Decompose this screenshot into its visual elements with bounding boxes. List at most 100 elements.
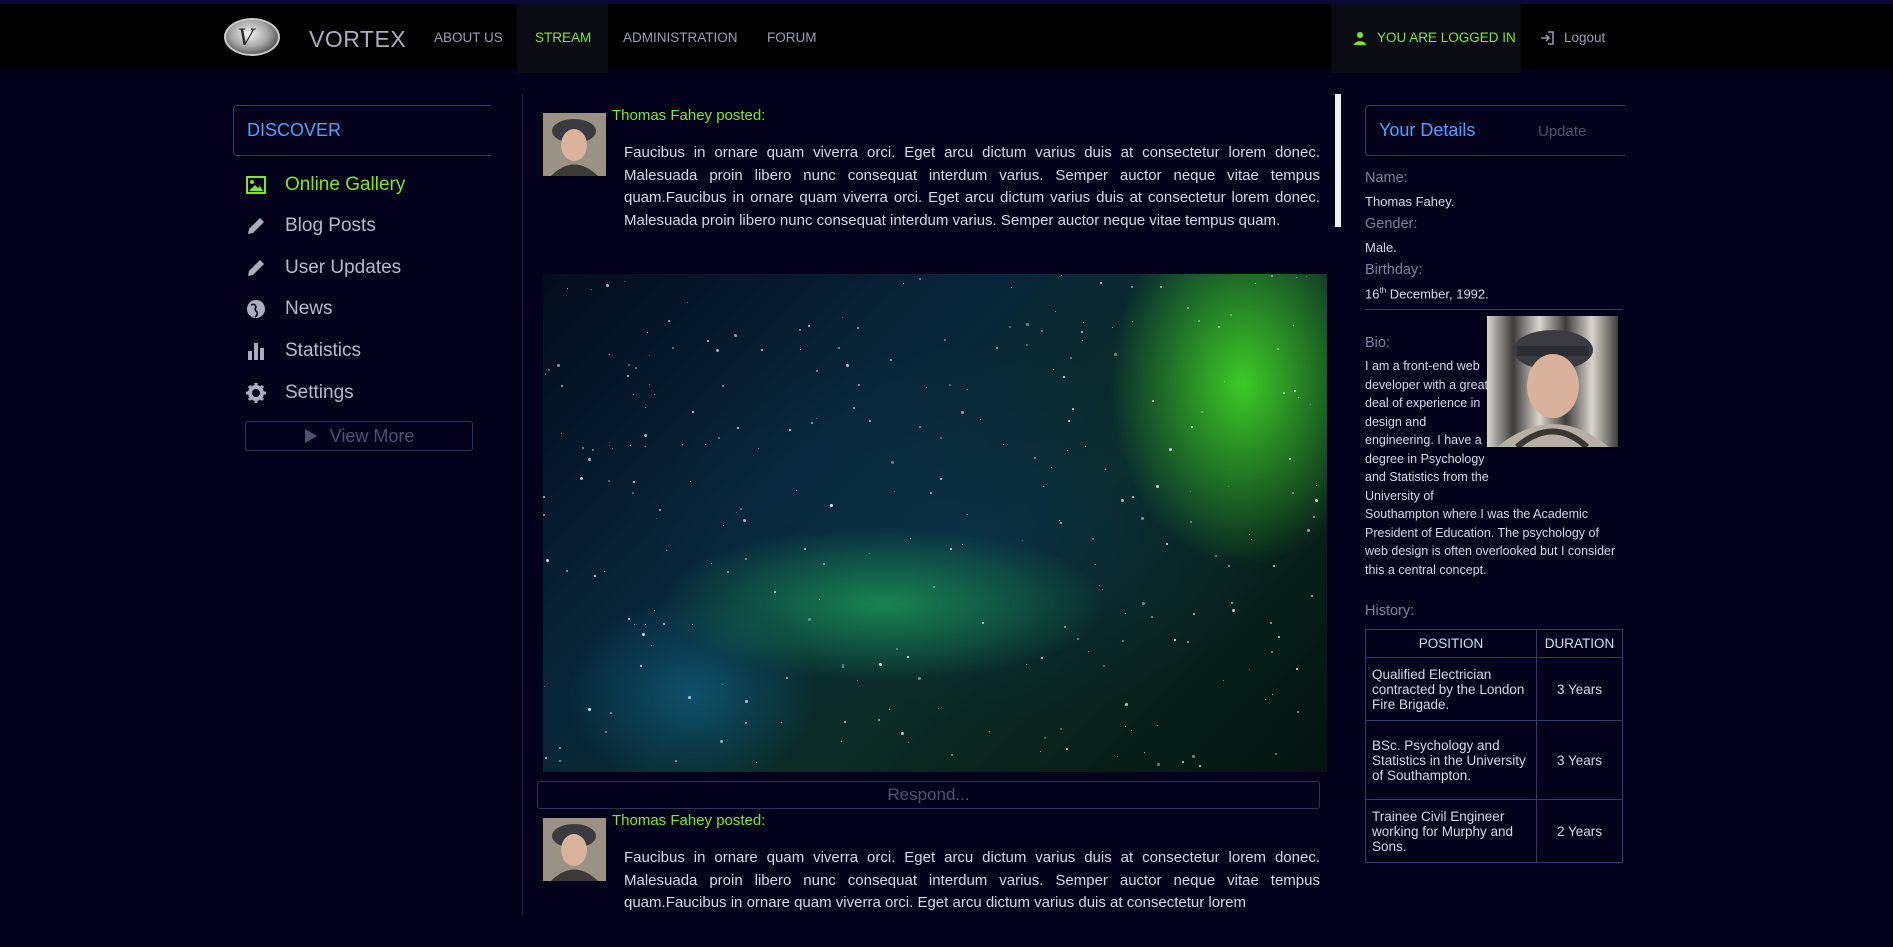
respond-input[interactable]: Respond... [537, 781, 1320, 809]
table-row: Trainee Civil Engineer working for Murph… [1365, 799, 1623, 863]
user-icon [1354, 32, 1366, 45]
history-duration: 2 Years [1536, 799, 1623, 863]
star-dot [1092, 538, 1094, 540]
star-dot [566, 570, 568, 572]
view-more-label: View More [329, 425, 415, 446]
star-dot [808, 325, 810, 327]
star-dot [624, 281, 625, 282]
bio-label: Bio: [1365, 335, 1390, 351]
details-header: Your Details Update [1365, 105, 1625, 156]
star-dot [1011, 287, 1012, 288]
post-body: Faucibus in ornare quam viverra orci. Eg… [624, 144, 1320, 230]
star-dot [1026, 323, 1029, 326]
star-dot [1294, 390, 1296, 392]
star-dot [789, 429, 791, 431]
image-icon [245, 174, 267, 196]
star-dot [561, 385, 563, 387]
star-dot [743, 519, 746, 522]
star-dot [663, 623, 665, 625]
sidebar-item-news[interactable]: News [245, 295, 333, 323]
star-dot [545, 757, 547, 759]
star-dot [756, 762, 757, 763]
star-dot [1310, 404, 1311, 405]
sidebar-item-online-gallery[interactable]: Online Gallery [245, 171, 405, 199]
post-author[interactable]: Thomas Fahey posted: [612, 107, 765, 124]
star-dot [786, 677, 788, 679]
details-title: Your Details [1379, 120, 1476, 140]
star-dot [734, 334, 737, 337]
star-dot [989, 731, 990, 732]
star-dot [548, 369, 550, 371]
nav-administration[interactable]: ADMINISTRATION [623, 26, 738, 50]
star-dot [627, 375, 629, 377]
gallery-image-nebula[interactable] [543, 274, 1327, 772]
star-dot [967, 514, 968, 515]
vortex-logo[interactable]: V [224, 18, 280, 56]
star-dot [630, 445, 631, 446]
star-dot [940, 437, 942, 439]
logout-button[interactable]: Logout [1540, 26, 1605, 50]
post-avatar[interactable] [543, 818, 606, 881]
star-dot [1060, 728, 1062, 730]
star-dot [1283, 392, 1285, 394]
star-dot [1296, 277, 1297, 278]
star-dot [1103, 665, 1105, 667]
details-separator [1365, 309, 1623, 310]
star-dot [1131, 286, 1133, 288]
post-body: Faucibus in ornare quam viverra orci. Eg… [624, 849, 1320, 912]
nav-about-us[interactable]: ABOUT US [434, 26, 503, 50]
star-dot [718, 437, 720, 439]
top-navbar: V VORTEX ABOUT US STREAM ADMINISTRATION … [0, 0, 1893, 73]
star-dot [1055, 311, 1056, 312]
view-more-button[interactable]: View More [245, 421, 473, 451]
star-dot [645, 407, 646, 408]
sidebar-item-label: Statistics [285, 340, 362, 361]
sidebar-divider [522, 94, 523, 916]
brand-name[interactable]: VORTEX [309, 26, 406, 53]
star-dot [1174, 639, 1176, 641]
sidebar-item-blog-posts[interactable]: Blog Posts [245, 212, 376, 240]
star-dot [842, 317, 843, 318]
star-dot [1160, 286, 1162, 288]
star-dot [1141, 517, 1144, 520]
discover-header: DISCOVER [233, 105, 491, 156]
sidebar-item-label: User Updates [285, 257, 402, 278]
star-dot [891, 461, 894, 464]
star-dot [1228, 486, 1229, 487]
star-dot [1275, 753, 1277, 755]
star-dot [610, 712, 612, 714]
star-dot [1277, 348, 1279, 350]
update-button[interactable]: Update [1538, 123, 1586, 140]
star-dot [1249, 669, 1250, 670]
stream-scrollbar[interactable] [1335, 94, 1341, 227]
sidebar-item-statistics[interactable]: Statistics [245, 337, 361, 365]
star-dot [582, 447, 584, 449]
star-dot [1293, 325, 1294, 326]
sidebar-item-settings[interactable]: Settings [245, 379, 354, 407]
sidebar-item-user-updates[interactable]: User Updates [245, 254, 401, 282]
star-dot [1088, 651, 1089, 652]
star-dot [919, 278, 921, 280]
star-dot [938, 708, 939, 709]
star-dot [869, 420, 871, 422]
star-dot [723, 525, 724, 526]
star-dot [745, 700, 748, 703]
star-dot [722, 684, 723, 685]
star-dot [823, 563, 825, 565]
logged-in-label: YOU ARE LOGGED IN [1377, 30, 1516, 45]
logged-in-status[interactable]: YOU ARE LOGGED IN [1353, 26, 1516, 50]
star-dot [716, 349, 719, 352]
nav-forum[interactable]: FORUM [767, 26, 817, 50]
name-value: Thomas Fahey. [1365, 194, 1455, 209]
table-row: Qualified Electrician contracted by the … [1365, 657, 1623, 721]
star-dot [1182, 761, 1184, 763]
post-avatar[interactable] [543, 113, 606, 176]
nav-stream[interactable]: STREAM [535, 26, 591, 50]
star-dot [1215, 555, 1217, 557]
star-dot [1099, 585, 1100, 586]
history-position: Qualified Electrician contracted by the … [1365, 657, 1537, 721]
history-position: Trainee Civil Engineer working for Murph… [1365, 799, 1537, 863]
star-dot [950, 548, 952, 550]
sidebar-item-label: Blog Posts [285, 215, 376, 236]
post-author[interactable]: Thomas Fahey posted: [612, 812, 765, 829]
